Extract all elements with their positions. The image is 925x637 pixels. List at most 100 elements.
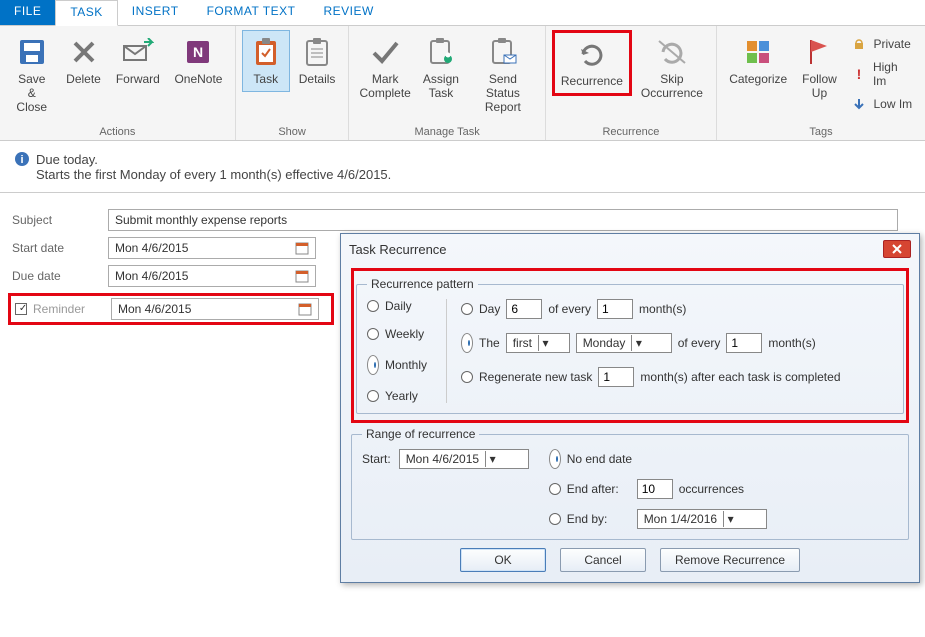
dayofweek-select[interactable]: Monday▾	[576, 333, 672, 353]
send-status-icon	[486, 35, 520, 69]
recurrence-label: Recurrence	[561, 75, 623, 89]
end-by-value: Mon 1/4/2016	[644, 512, 717, 526]
info-line2: Starts the first Monday of every 1 month…	[14, 167, 911, 182]
monthly-radio[interactable]: Monthly	[367, 355, 438, 375]
recurrence-button[interactable]: Recurrence	[552, 30, 632, 96]
ok-button[interactable]: OK	[460, 548, 546, 572]
high-importance-button[interactable]: ! High Im	[847, 58, 917, 90]
categorize-icon	[741, 35, 775, 69]
private-label: Private	[873, 37, 910, 51]
reminder-checkbox[interactable]	[15, 303, 27, 315]
group-show-label: Show	[242, 124, 343, 138]
form-area: Subject Submit monthly expense reports S…	[0, 193, 925, 341]
day-number-input[interactable]	[506, 299, 542, 319]
delete-button[interactable]: Delete	[60, 30, 108, 92]
the-option-radio[interactable]	[461, 333, 473, 353]
calendar-icon[interactable]	[298, 302, 312, 316]
group-tags-label: Tags	[723, 124, 919, 138]
group-tags: Categorize Follow Up Private ! High Im	[717, 26, 925, 140]
onenote-label: OneNote	[174, 73, 222, 87]
ordinal-select[interactable]: first▾	[506, 333, 570, 353]
follow-up-button[interactable]: Follow Up	[795, 30, 843, 106]
yearly-label: Yearly	[385, 389, 418, 403]
group-actions: Save & Close Delete Forward N OneNote	[0, 26, 236, 140]
reminder-date-input[interactable]: Mon 4/6/2015	[111, 298, 319, 320]
forward-label: Forward	[116, 73, 160, 87]
cancel-button[interactable]: Cancel	[560, 548, 646, 572]
private-button[interactable]: Private	[847, 34, 917, 54]
low-importance-button[interactable]: Low Im	[847, 94, 917, 114]
task-label: Task	[253, 73, 278, 87]
daily-label: Daily	[385, 299, 412, 313]
recurrence-pattern-group: Recurrence pattern Daily Weekly Monthly …	[356, 277, 904, 414]
svg-text:i: i	[20, 154, 23, 166]
regenerate-option-radio[interactable]	[461, 371, 473, 383]
save-icon	[15, 35, 49, 69]
regenerate-months-input[interactable]	[598, 367, 634, 387]
categorize-button[interactable]: Categorize	[723, 30, 794, 92]
the-months-input[interactable]	[726, 333, 762, 353]
end-by-radio[interactable]	[549, 513, 561, 525]
info-icon: i	[14, 151, 30, 167]
task-recurrence-dialog: Task Recurrence Recurrence pattern Daily…	[340, 233, 920, 583]
day-of-text: of every	[548, 302, 591, 316]
assign-task-label: Assign Task	[423, 73, 459, 101]
no-end-date-radio[interactable]: No end date	[549, 449, 767, 469]
mark-complete-button[interactable]: Mark Complete	[355, 30, 415, 106]
task-button[interactable]: Task	[242, 30, 290, 92]
low-importance-icon	[851, 96, 867, 112]
high-importance-icon: !	[851, 66, 867, 82]
flag-icon	[802, 35, 836, 69]
due-date-input[interactable]: Mon 4/6/2015	[108, 265, 316, 287]
range-group: Range of recurrence Start: Mon 4/6/2015▾…	[351, 427, 909, 540]
yearly-radio[interactable]: Yearly	[367, 389, 438, 403]
group-recurrence-label: Recurrence	[552, 124, 710, 138]
close-icon	[891, 244, 903, 254]
tab-task[interactable]: TASK	[55, 0, 117, 26]
calendar-icon[interactable]	[295, 241, 309, 255]
start-date-input[interactable]: Mon 4/6/2015	[108, 237, 316, 259]
group-manage-label: Manage Task	[355, 124, 538, 138]
the-months-suffix: month(s)	[768, 336, 815, 350]
calendar-icon[interactable]	[295, 269, 309, 283]
end-after-suffix: occurrences	[679, 482, 744, 496]
tab-format-text[interactable]: FORMAT TEXT	[193, 0, 310, 25]
tab-insert[interactable]: INSERT	[118, 0, 193, 25]
svg-text:N: N	[193, 44, 203, 60]
group-show: Task Details Show	[236, 26, 350, 140]
details-icon	[300, 35, 334, 69]
end-by-select[interactable]: Mon 1/4/2016▾	[637, 509, 767, 529]
details-button[interactable]: Details	[292, 30, 343, 92]
chevron-down-icon: ▾	[538, 335, 552, 351]
end-after-radio[interactable]	[549, 483, 561, 495]
low-importance-label: Low Im	[873, 97, 912, 111]
assign-task-button[interactable]: Assign Task	[417, 30, 465, 106]
subject-input[interactable]: Submit monthly expense reports	[108, 209, 898, 231]
forward-button[interactable]: Forward	[110, 30, 167, 92]
skip-label: Skip Occurrence	[641, 73, 703, 101]
skip-occurrence-button[interactable]: Skip Occurrence	[634, 30, 710, 106]
group-manage-task: Mark Complete Assign Task Send Status Re…	[349, 26, 545, 140]
remove-recurrence-button[interactable]: Remove Recurrence	[660, 548, 800, 572]
end-after-input[interactable]	[637, 479, 673, 499]
info-line1: Due today.	[36, 152, 98, 167]
save-close-button[interactable]: Save & Close	[6, 30, 58, 119]
weekly-radio[interactable]: Weekly	[367, 327, 438, 341]
recurrence-icon	[575, 37, 609, 71]
onenote-button[interactable]: N OneNote	[168, 30, 229, 92]
day-option-radio[interactable]	[461, 303, 473, 315]
dialog-close-button[interactable]	[883, 240, 911, 258]
recurrence-pattern-legend: Recurrence pattern	[367, 277, 478, 291]
onenote-icon: N	[181, 35, 215, 69]
tab-review[interactable]: REVIEW	[309, 0, 387, 25]
start-date-value: Mon 4/6/2015	[115, 241, 188, 255]
range-legend: Range of recurrence	[362, 427, 479, 441]
group-actions-label: Actions	[6, 124, 229, 138]
send-status-button[interactable]: Send Status Report	[467, 30, 539, 119]
tab-file[interactable]: FILE	[0, 0, 55, 25]
daily-radio[interactable]: Daily	[367, 299, 438, 313]
tab-bar: FILE TASK INSERT FORMAT TEXT REVIEW	[0, 0, 925, 26]
range-start-select[interactable]: Mon 4/6/2015▾	[399, 449, 529, 469]
day-months-input[interactable]	[597, 299, 633, 319]
group-recurrence: Recurrence Skip Occurrence Recurrence	[546, 26, 717, 140]
